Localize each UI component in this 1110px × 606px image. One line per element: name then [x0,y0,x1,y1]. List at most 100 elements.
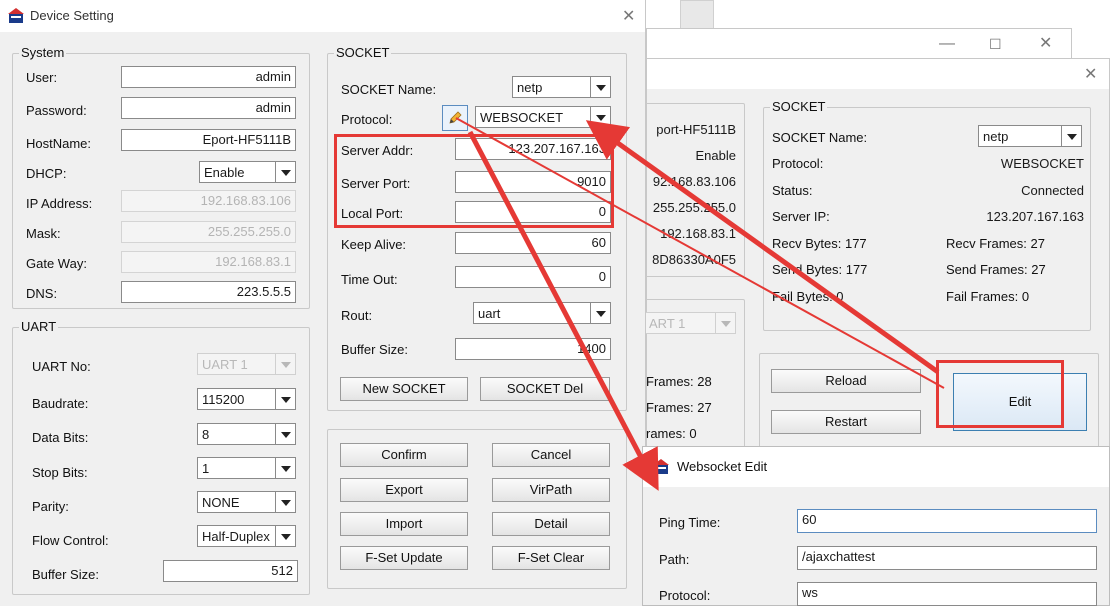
hostname-field[interactable]: Eport-HF5111B [121,129,296,151]
user-label: User: [26,70,58,85]
keepalive-label: Keep Alive: [341,237,407,252]
uart-no-select: UART 1 [197,353,296,375]
protocol-label: Protocol: [341,112,393,127]
websocket-edit-window: Websocket Edit Ping Time: 60 Path: /ajax… [642,446,1110,606]
chevron-down-icon [275,162,295,182]
close-icon[interactable]: ✕ [622,9,635,25]
flow-control-select[interactable]: Half-Duplex [197,525,296,547]
pencil-edit-icon[interactable] [442,105,468,131]
chevron-down-icon [590,77,610,97]
status-server-ip-value: 123.207.167.163 [986,209,1084,224]
highlight-edit-button [936,360,1064,428]
window-title: Device Setting [30,8,114,23]
timeout-label: Time Out: [341,272,398,287]
parity-select[interactable]: NONE [197,491,296,513]
chevron-down-icon [590,107,610,127]
status-server-ip-label: Server IP: [772,209,830,224]
socket-name-select[interactable]: netp [512,76,611,98]
ping-time-label: Ping Time: [659,515,721,530]
status-fail-bytes: Fail Bytes: 0 [772,289,844,304]
status-frames-1: Frames: 28 [646,374,712,389]
import-button[interactable]: Import [340,512,468,536]
chevron-down-icon [275,424,295,444]
restart-button[interactable]: Restart [771,410,921,434]
path-field[interactable]: /ajaxchattest [797,546,1097,570]
databits-label: Data Bits: [32,430,89,445]
chevron-down-icon [275,354,295,374]
maximize-icon[interactable]: ☐ [989,36,1002,52]
ping-time-field[interactable]: 60 [797,509,1097,533]
ws-protocol-label: Protocol: [659,588,711,603]
device-setting-window: Device Setting ✕ System User: admin Pass… [0,0,646,606]
mask-label: Mask: [26,226,61,241]
close-icon[interactable]: ✕ [1039,36,1052,52]
status-ip: 92.168.83.106 [652,174,736,189]
baudrate-label: Baudrate: [32,396,89,411]
dns-field[interactable]: 223.5.5.5 [121,281,296,303]
ip-field: 192.168.83.106 [121,190,296,212]
rout-select[interactable]: uart [473,302,611,324]
user-field[interactable]: admin [121,66,296,88]
status-protocol-value: WEBSOCKET [1000,156,1084,171]
status-gateway: 192.168.83.1 [660,226,736,241]
protocol-select[interactable]: WEBSOCKET [475,106,611,128]
status-frames-2: Frames: 27 [646,400,712,415]
system-title: System [19,45,67,60]
status-recv-bytes: Recv Bytes: 177 [772,236,867,251]
ws-protocol-field[interactable]: ws [797,582,1097,606]
keepalive-field[interactable]: 60 [455,232,611,254]
socket-title: SOCKET [334,45,392,60]
baudrate-select[interactable]: 115200 [197,388,296,410]
hostname-label: HostName: [26,136,92,151]
background-window-strip [680,0,714,30]
new-socket-button[interactable]: New SOCKET [340,377,468,401]
status-status-value: Connected [1021,183,1084,198]
gateway-label: Gate Way: [26,256,87,271]
databits-select[interactable]: 8 [197,423,296,445]
dhcp-select[interactable]: Enable [199,161,296,183]
status-mac: 8D86330A0F5 [652,252,736,267]
highlight-server-fields [334,134,614,228]
fset-clear-button[interactable]: F-Set Clear [492,546,610,570]
export-button[interactable]: Export [340,478,468,502]
timeout-field[interactable]: 0 [455,266,611,288]
status-send-bytes: Send Bytes: 177 [772,262,868,277]
chevron-down-icon [1061,126,1081,146]
socket-del-button[interactable]: SOCKET Del [480,377,610,401]
dhcp-label: DHCP: [26,166,67,181]
flow-control-label: Flow Control: [32,533,109,548]
chevron-down-icon [275,458,295,478]
socket-buffer-label: Buffer Size: [341,342,408,357]
uart-buffer-field[interactable]: 512 [163,560,298,582]
rout-label: Rout: [341,308,373,323]
stopbits-select[interactable]: 1 [197,457,296,479]
cancel-button[interactable]: Cancel [492,443,610,467]
dns-label: DNS: [26,286,58,301]
confirm-button[interactable]: Confirm [340,443,468,467]
uart-title: UART [19,319,59,334]
status-status-label: Status: [772,183,813,198]
parity-label: Parity: [32,499,69,514]
status-dhcp: Enable [695,148,736,163]
detail-button[interactable]: Detail [492,512,610,536]
reload-button[interactable]: Reload [771,369,921,393]
app-icon [653,459,669,474]
uart-no-label: UART No: [32,359,91,374]
password-field[interactable]: admin [121,97,296,119]
status-protocol-label: Protocol: [772,156,824,171]
path-label: Path: [659,552,690,567]
status-socket-title: SOCKET [770,99,828,114]
close-icon[interactable]: ✕ [1084,67,1097,83]
minimize-icon[interactable]: — [939,36,955,52]
app-icon [8,8,24,23]
virpath-button[interactable]: VirPath [492,478,610,502]
socket-buffer-field[interactable]: 1400 [455,338,611,360]
gateway-field: 192.168.83.1 [121,251,296,273]
chevron-down-icon [715,313,735,333]
title-bar: Device Setting ✕ [0,0,645,32]
socket-name-label: SOCKET Name: [341,82,437,97]
status-socket-name-select[interactable]: netp [978,125,1082,147]
fset-update-button[interactable]: F-Set Update [340,546,468,570]
mask-field: 255.255.255.0 [121,221,296,243]
status-hostname: port-HF5111B [656,122,736,137]
